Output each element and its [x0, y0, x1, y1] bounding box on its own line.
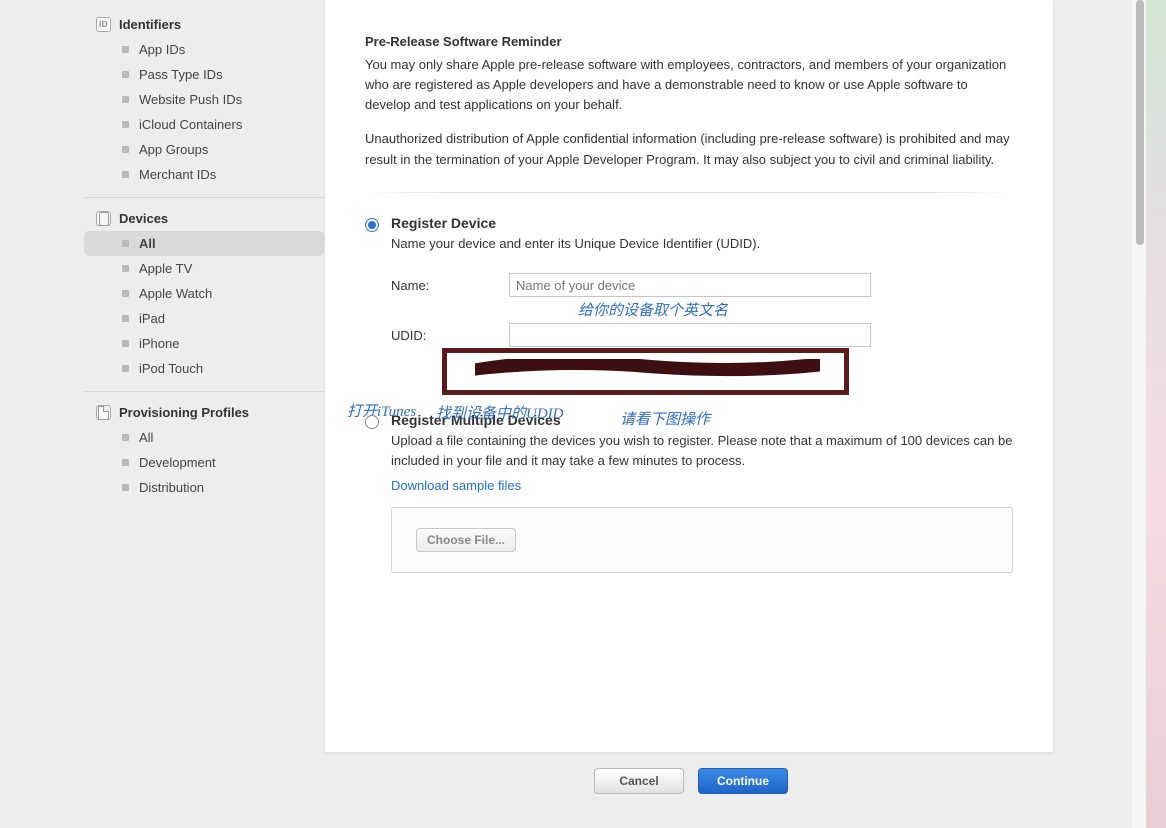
choose-file-button[interactable]: Choose File...	[416, 528, 516, 552]
device-name-input[interactable]	[509, 273, 871, 297]
sidebar-item-apple-watch[interactable]: Apple Watch	[84, 281, 324, 306]
option-desc: Name your device and enter its Unique De…	[391, 234, 1013, 254]
option-register-multiple: Register Multiple Devices Upload a file …	[365, 412, 1013, 573]
sidebar-head-label: Provisioning Profiles	[119, 405, 249, 420]
name-row: Name:	[391, 273, 1013, 297]
page: ID Identifiers App IDs Pass Type IDs Web…	[0, 0, 1132, 828]
option-body: Register Device Name your device and ent…	[391, 215, 1013, 357]
sidebar-item-label: Website Push IDs	[139, 92, 242, 107]
bullet-icon	[122, 240, 129, 247]
annotation-see-below: 请看下图操作	[620, 408, 710, 429]
sidebar-item-profiles-development[interactable]: Development	[84, 450, 324, 475]
sidebar-section-devices: Devices All Apple TV Apple Watch iPad iP…	[84, 198, 324, 392]
bullet-icon	[122, 484, 129, 491]
annotation-find-udid: 找到设备中的UDID	[436, 402, 564, 423]
bullet-icon	[122, 171, 129, 178]
viewport: ID Identifiers App IDs Pass Type IDs Web…	[0, 0, 1166, 828]
id-badge-icon: ID	[96, 17, 111, 32]
sidebar-item-label: iPad	[139, 311, 165, 326]
footer-bar: Cancel Continue	[324, 753, 1058, 808]
sidebar-item-icloud-containers[interactable]: iCloud Containers	[84, 112, 324, 137]
sidebar-head-profiles[interactable]: Provisioning Profiles	[84, 400, 324, 425]
option-title: Register Device	[391, 215, 1013, 231]
sidebar-section-identifiers: ID Identifiers App IDs Pass Type IDs Web…	[84, 4, 324, 198]
bullet-icon	[122, 315, 129, 322]
sidebar-item-ipod-touch[interactable]: iPod Touch	[84, 356, 324, 381]
sidebar-item-label: iPhone	[139, 336, 179, 351]
bullet-icon	[122, 46, 129, 53]
option-register-device: Register Device Name your device and ent…	[365, 215, 1013, 357]
sidebar-item-merchant-ids[interactable]: Merchant IDs	[84, 162, 324, 187]
cancel-button[interactable]: Cancel	[594, 768, 684, 794]
radio-register-device[interactable]	[365, 218, 379, 232]
sidebar-head-identifiers[interactable]: ID Identifiers	[84, 12, 324, 37]
device-udid-input[interactable]	[509, 323, 871, 347]
bullet-icon	[122, 265, 129, 272]
annotation-name-hint: 给你的设备取个英文名	[578, 299, 728, 320]
desktop-wallpaper-edge	[1146, 0, 1166, 828]
radio-register-multiple[interactable]	[365, 415, 379, 429]
sidebar-item-label: All	[139, 430, 153, 445]
sidebar-head-label: Identifiers	[119, 17, 181, 32]
bullet-icon	[122, 146, 129, 153]
sidebar-item-ipad[interactable]: iPad	[84, 306, 324, 331]
continue-button[interactable]: Continue	[698, 768, 788, 794]
device-icon	[96, 211, 111, 226]
sidebar-item-app-ids[interactable]: App IDs	[84, 37, 324, 62]
sidebar-item-label: Development	[139, 455, 216, 470]
sidebar-item-apple-tv[interactable]: Apple TV	[84, 256, 324, 281]
sidebar-section-profiles: Provisioning Profiles All Development Di…	[84, 392, 324, 510]
sidebar-item-profiles-distribution[interactable]: Distribution	[84, 475, 324, 500]
scrollbar-thumb[interactable]	[1136, 0, 1144, 245]
main-panel: Pre-Release Software Reminder You may on…	[324, 0, 1054, 753]
sidebar-head-label: Devices	[119, 211, 168, 226]
bullet-icon	[122, 340, 129, 347]
sidebar-item-profiles-all[interactable]: All	[84, 425, 324, 450]
udid-label: UDID:	[391, 328, 509, 343]
sidebar-item-label: All	[139, 236, 156, 251]
sidebar: ID Identifiers App IDs Pass Type IDs Web…	[84, 0, 324, 510]
bullet-icon	[122, 459, 129, 466]
sidebar-item-label: iPod Touch	[139, 361, 203, 376]
sidebar-item-app-groups[interactable]: App Groups	[84, 137, 324, 162]
divider	[365, 192, 1013, 193]
udid-row: UDID:	[391, 323, 1013, 347]
reminder-p2: Unauthorized distribution of Apple confi…	[365, 129, 1013, 169]
sidebar-item-pass-type-ids[interactable]: Pass Type IDs	[84, 62, 324, 87]
option-body: Register Multiple Devices Upload a file …	[391, 412, 1013, 573]
sidebar-item-label: Apple Watch	[139, 286, 212, 301]
download-sample-link[interactable]: Download sample files	[391, 478, 1013, 493]
sidebar-item-label: App IDs	[139, 42, 185, 57]
sidebar-head-devices[interactable]: Devices	[84, 206, 324, 231]
sidebar-item-label: iCloud Containers	[139, 117, 242, 132]
bullet-icon	[122, 365, 129, 372]
bullet-icon	[122, 290, 129, 297]
reminder-heading: Pre-Release Software Reminder	[365, 34, 1013, 49]
sidebar-item-label: Distribution	[139, 480, 204, 495]
bullet-icon	[122, 96, 129, 103]
document-icon	[96, 405, 111, 420]
sidebar-item-label: Apple TV	[139, 261, 192, 276]
option-desc: Upload a file containing the devices you…	[391, 431, 1013, 470]
bullet-icon	[122, 71, 129, 78]
sidebar-item-website-push-ids[interactable]: Website Push IDs	[84, 87, 324, 112]
sidebar-item-iphone[interactable]: iPhone	[84, 331, 324, 356]
bullet-icon	[122, 434, 129, 441]
reminder-p1: You may only share Apple pre-release sof…	[365, 55, 1013, 115]
sidebar-item-label: App Groups	[139, 142, 208, 157]
sidebar-item-devices-all[interactable]: All	[84, 231, 324, 256]
sidebar-item-label: Pass Type IDs	[139, 67, 223, 82]
file-dropzone[interactable]: Choose File...	[391, 507, 1013, 573]
redaction-mark-icon	[475, 359, 820, 379]
name-label: Name:	[391, 278, 509, 293]
sidebar-item-label: Merchant IDs	[139, 167, 216, 182]
annotation-open-itunes: 打开iTunes	[347, 400, 416, 421]
bullet-icon	[122, 121, 129, 128]
